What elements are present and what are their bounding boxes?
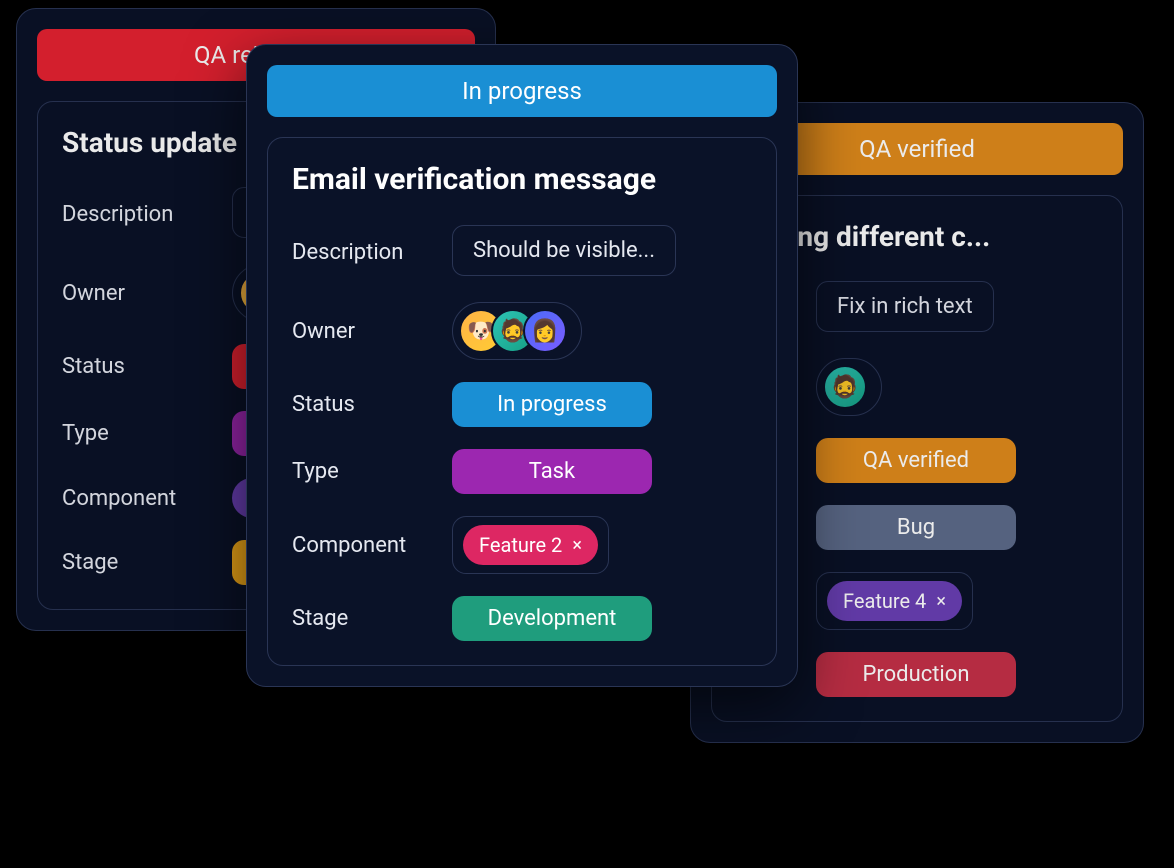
owner-label: Owner bbox=[62, 281, 232, 306]
avatar-group[interactable]: 🧔 bbox=[816, 358, 882, 416]
component-label: Component bbox=[292, 533, 452, 558]
stage-badge[interactable]: Development bbox=[452, 596, 652, 641]
type-label: Type bbox=[62, 421, 232, 446]
description-value[interactable]: Should be visible... bbox=[452, 225, 676, 276]
field-stage: Stage Development bbox=[292, 596, 752, 641]
component-chip-label: Feature 4 bbox=[843, 589, 926, 613]
status-label: Status bbox=[292, 392, 452, 417]
component-label: Component bbox=[62, 486, 232, 511]
field-component: Component Feature 2 × bbox=[292, 516, 752, 574]
stage-badge[interactable]: Production bbox=[816, 652, 1016, 697]
owner-label: Owner bbox=[292, 319, 452, 344]
stage-label: Stage bbox=[292, 606, 452, 631]
avatar[interactable]: 🧔 bbox=[823, 365, 867, 409]
avatar-group[interactable]: 🐶 🧔 👩 bbox=[452, 302, 582, 360]
description-value[interactable]: Fix in rich text bbox=[816, 281, 994, 332]
type-badge[interactable]: Task bbox=[452, 449, 652, 494]
type-badge[interactable]: Bug bbox=[816, 505, 1016, 550]
component-chip[interactable]: Feature 2 × bbox=[463, 525, 598, 565]
component-chip[interactable]: Feature 4 × bbox=[827, 581, 962, 621]
close-icon[interactable]: × bbox=[936, 591, 946, 612]
type-label: Type bbox=[292, 459, 452, 484]
component-chip-label: Feature 2 bbox=[479, 533, 562, 557]
avatar[interactable]: 👩 bbox=[523, 309, 567, 353]
field-status: Status In progress bbox=[292, 382, 752, 427]
description-label: Description bbox=[292, 240, 452, 265]
task-card-center: In progress Email verification message D… bbox=[246, 44, 798, 687]
stage-label: Stage bbox=[62, 550, 232, 575]
status-badge[interactable]: In progress bbox=[452, 382, 652, 427]
status-banner: In progress bbox=[267, 65, 777, 117]
field-owner: Owner 🐶 🧔 👩 bbox=[292, 302, 752, 360]
component-container: Feature 2 × bbox=[452, 516, 609, 574]
card-title: Email verification message bbox=[292, 162, 752, 197]
status-label: Status bbox=[62, 354, 232, 379]
close-icon[interactable]: × bbox=[572, 535, 582, 556]
field-type: Type Task bbox=[292, 449, 752, 494]
field-description: Description Should be visible... bbox=[292, 225, 752, 280]
card-body: Email verification message Description S… bbox=[267, 137, 777, 666]
component-container: Feature 4 × bbox=[816, 572, 973, 630]
status-badge[interactable]: QA verified bbox=[816, 438, 1016, 483]
description-label: Description bbox=[62, 202, 232, 227]
